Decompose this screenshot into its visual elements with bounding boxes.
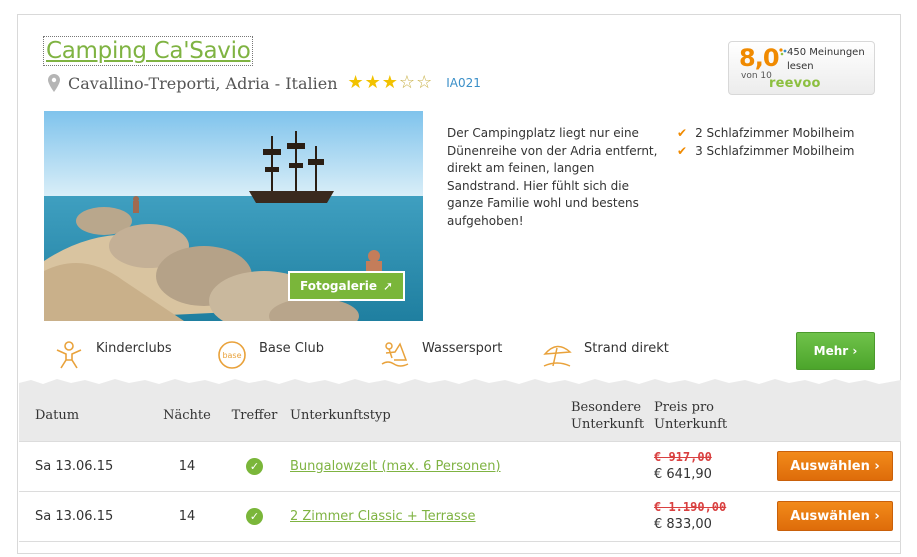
cell-special <box>567 490 650 542</box>
reevoo-rating-badge[interactable]: 8,0 450 Meinungen lesen von 10 reevoo <box>728 41 875 95</box>
svg-text:base: base <box>222 351 241 360</box>
old-price: € 1.190,00 <box>654 500 727 514</box>
camp-photo[interactable]: Fotogalerie ➚ <box>44 111 423 321</box>
amenity-kinderclubs: Kinderclubs <box>54 340 172 370</box>
checkmark-icon: ✔ <box>677 143 688 158</box>
cell-price: € 917,00 € 641,90 <box>650 440 773 492</box>
cell-price: € 1.190,00 € 833,00 <box>650 490 773 542</box>
cell-type: Bungalowzelt (max. 6 Personen) <box>286 440 567 492</box>
cell-special <box>567 440 650 492</box>
amenity-base-club: base Base Club <box>217 340 324 370</box>
kids-club-icon <box>56 341 82 369</box>
amenity-label: Strand direkt <box>584 340 669 356</box>
amenity-label: Base Club <box>259 340 324 356</box>
select-offer-button[interactable]: Auswählen › <box>777 451 893 481</box>
star-empty-icon: ☆ <box>398 72 416 93</box>
photo-gallery-button[interactable]: Fotogalerie ➚ <box>288 271 406 301</box>
new-price: € 833,00 <box>654 517 712 532</box>
accommodation-type-link[interactable]: Bungalowzelt (max. 6 Personen) <box>290 459 501 474</box>
water-sport-icon <box>381 342 409 367</box>
amenity-label: Wassersport <box>422 340 503 356</box>
star-filled-icon: ★ <box>381 72 398 93</box>
old-price: € 917,00 <box>654 450 712 464</box>
col-header-price: Preis pro Unterkunft <box>650 391 773 441</box>
feature-item: ✔ 2 Schlafzimmer Mobilheim <box>677 125 854 143</box>
table-header-row: Datum Nächte Treffer Unterkunftstyp Beso… <box>19 391 901 441</box>
new-price: € 641,90 <box>654 467 712 482</box>
col-header-type: Unterkunftstyp <box>286 391 567 441</box>
reevoo-logo: reevoo <box>769 76 821 91</box>
accommodation-type-link[interactable]: 2 Zimmer Classic + Terrasse <box>290 509 476 524</box>
camp-title-link[interactable]: Camping Ca'Savio <box>42 36 254 66</box>
col-header-action <box>773 391 901 441</box>
accommodation-features: ✔ 2 Schlafzimmer Mobilheim ✔ 3 Schlafzimme… <box>677 125 854 160</box>
reviews-link[interactable]: 450 Meinungen lesen <box>787 46 871 74</box>
map-pin-icon <box>48 74 60 92</box>
gallery-button-label: Fotogalerie <box>300 279 378 293</box>
rating-score: 8,0 <box>739 44 780 72</box>
cell-type: 2 Zimmer Classic + Terrasse <box>286 490 567 542</box>
col-header-nights: Nächte <box>151 391 223 441</box>
torn-paper-divider <box>19 379 901 391</box>
star-filled-icon: ★ <box>347 72 364 93</box>
location-row: Cavallino-Treporti, Adria - Italien ★ ★ … <box>48 71 481 95</box>
cell-action: Auswählen › <box>773 490 901 542</box>
cell-date: Sa 13.06.15 <box>19 490 151 542</box>
cell-hits: ✓ <box>223 490 286 542</box>
check-circle-icon: ✓ <box>246 457 263 475</box>
col-header-special: Besondere Unterkunft <box>567 391 650 441</box>
offers-table: Datum Nächte Treffer Unterkunftstyp Beso… <box>19 391 901 542</box>
rating-scale: von 10 <box>741 71 772 81</box>
reevoo-dots-icon <box>779 48 787 56</box>
star-rating: ★ ★ ★ ☆ ☆ <box>348 74 433 92</box>
check-circle-icon: ✓ <box>246 507 263 525</box>
offer-code: IA021 <box>446 76 481 90</box>
star-empty-icon: ☆ <box>416 72 433 93</box>
beach-umbrella-icon <box>543 345 572 367</box>
star-filled-icon: ★ <box>364 72 381 93</box>
base-club-icon: base <box>218 341 246 369</box>
amenity-label: Kinderclubs <box>96 340 172 356</box>
cell-date: Sa 13.06.15 <box>19 440 151 492</box>
camp-description: Der Campingplatz liegt nur eine Dünenrei… <box>447 126 658 228</box>
select-offer-button[interactable]: Auswählen › <box>777 501 893 531</box>
table-row: Sa 13.06.15 14 ✓ 2 Zimmer Classic + Terr… <box>19 490 901 542</box>
camping-offer-card: Camping Ca'Savio Cavallino-Treporti, Adr… <box>17 14 901 554</box>
col-header-date: Datum <box>19 391 151 441</box>
col-header-hits: Treffer <box>223 391 286 441</box>
amenity-wassersport: Wassersport <box>380 340 502 370</box>
cell-nights: 14 <box>151 440 223 492</box>
location-text: Cavallino-Treporti, Adria - Italien <box>68 73 338 93</box>
feature-item: ✔ 3 Schlafzimmer Mobilheim <box>677 143 854 161</box>
table-row: Sa 13.06.15 14 ✓ Bungalowzelt (max. 6 Pe… <box>19 440 901 492</box>
cell-action: Auswählen › <box>773 440 901 492</box>
checkmark-icon: ✔ <box>677 126 688 140</box>
cell-hits: ✓ <box>223 440 286 492</box>
more-button[interactable]: Mehr › <box>796 332 875 370</box>
amenity-strand-direkt: Strand direkt <box>542 340 669 370</box>
arrow-up-right-icon: ➚ <box>383 279 394 293</box>
cell-nights: 14 <box>151 490 223 542</box>
